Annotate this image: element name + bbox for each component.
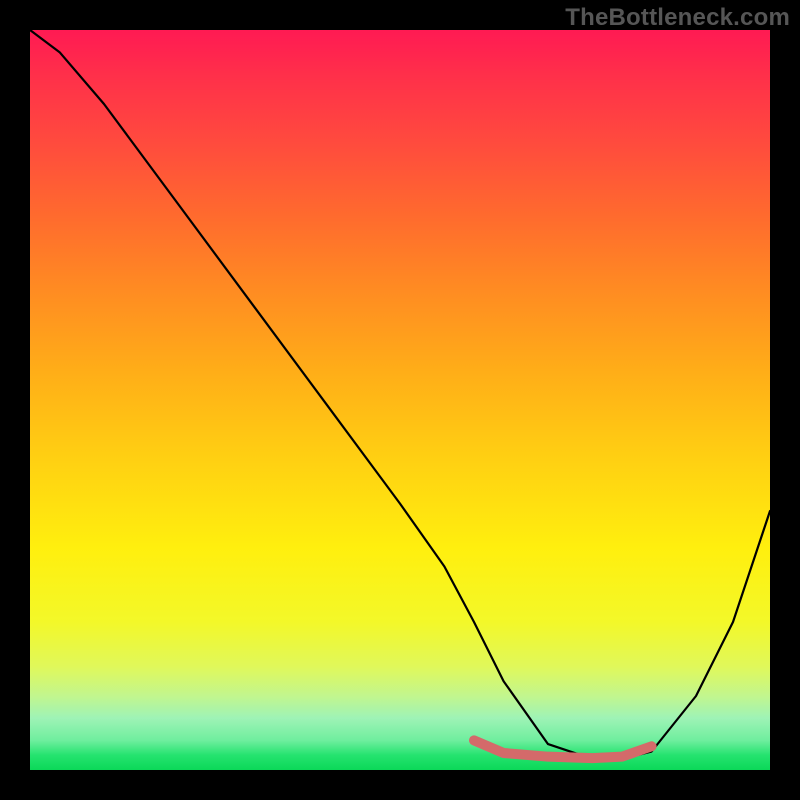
watermark-text: TheBottleneck.com <box>565 4 790 32</box>
chart-frame: TheBottleneck.com <box>0 0 800 800</box>
chart-svg <box>30 30 770 770</box>
bottleneck-curve <box>30 30 770 759</box>
